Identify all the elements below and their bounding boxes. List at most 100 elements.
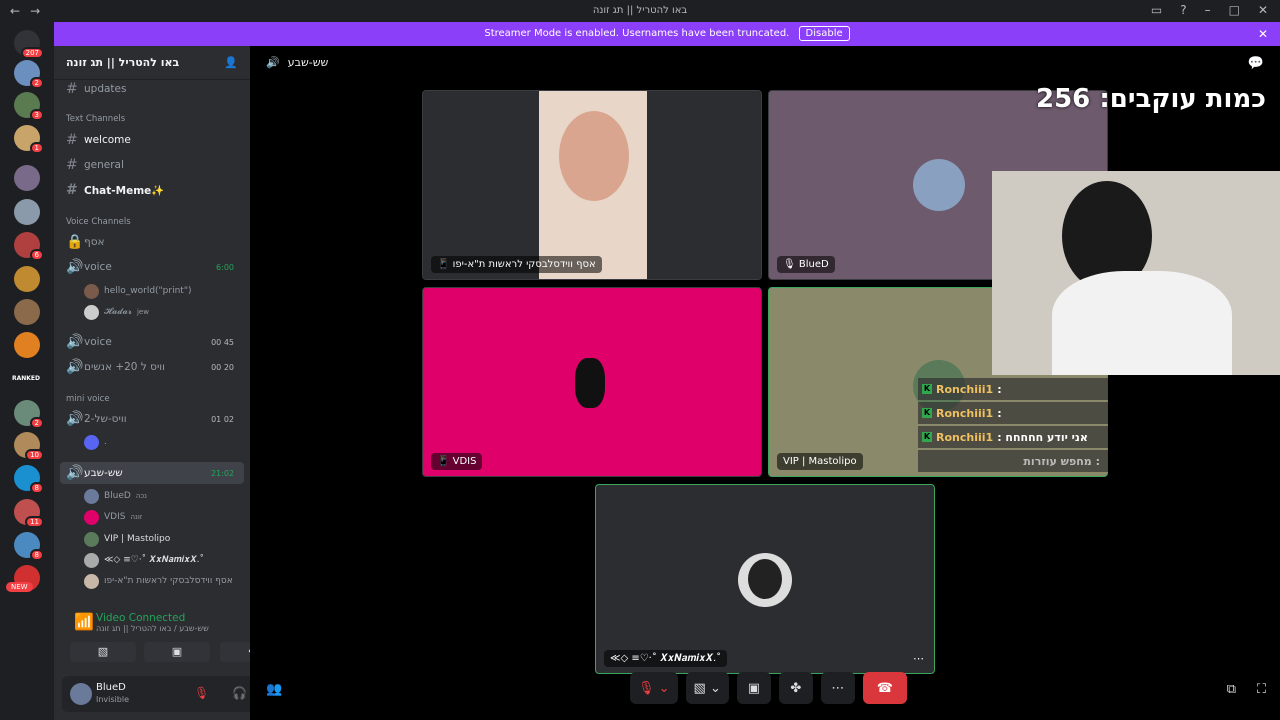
channel-count: 00 20 xyxy=(211,362,234,372)
voice-channel-asaf[interactable]: 🔒 אסף xyxy=(60,231,244,253)
avatar xyxy=(84,488,99,504)
server-icon[interactable] xyxy=(14,266,40,292)
server-icon[interactable]: 8 xyxy=(14,532,44,561)
video-tile[interactable]: 📱 VDIS xyxy=(422,287,762,477)
channel-label: updates xyxy=(84,83,127,95)
voice-user[interactable]: hello_world("print") xyxy=(84,282,191,300)
channel-updates[interactable]: # updates xyxy=(60,78,244,100)
tile-label-text: VDIS xyxy=(452,456,477,467)
voice-channel-voice[interactable]: 🔊 voice 6:00 xyxy=(60,256,244,278)
speaker-icon: 🔊 xyxy=(66,411,84,427)
channel-welcome[interactable]: # welcome xyxy=(60,129,244,151)
server-badge: 6 xyxy=(29,249,44,261)
voice-member[interactable]: BlueD נכה xyxy=(84,487,147,505)
camera-button[interactable]: ▧ ⌄ xyxy=(685,672,729,704)
server-icon[interactable]: 10 xyxy=(14,432,44,461)
voice-member[interactable]: אסף ווידסלבסקי לראשות ת"א-יפו xyxy=(84,572,233,590)
close-banner-icon[interactable]: ✕ xyxy=(1258,22,1268,46)
hang-up-button[interactable]: ☎ xyxy=(862,672,907,704)
server-icon[interactable]: 3 xyxy=(14,92,44,121)
chat-message: K Ronchiii1: אני יודע חחחחח xyxy=(918,426,1108,448)
inbox-icon[interactable]: ▭ xyxy=(1151,3,1162,17)
headset-icon[interactable]: 🎧 xyxy=(232,686,247,700)
voice-channel-20[interactable]: 🔊 וויס ל 20+ אנשים 00 20 xyxy=(60,356,244,378)
hash-icon: # xyxy=(66,132,78,148)
screen-share-icon[interactable]: ▣ xyxy=(736,672,771,704)
followers-overlay: כמות עוקבים: 256 xyxy=(1035,84,1266,114)
phone-icon: 📱 xyxy=(437,259,453,270)
chat-message: K Ronchiii1: xyxy=(918,402,1108,424)
fullscreen-icon[interactable]: ⛶ xyxy=(1257,682,1266,697)
server-badge: 11 xyxy=(25,516,44,528)
server-icon[interactable]: 2 xyxy=(14,60,44,89)
kick-badge-icon: K xyxy=(922,384,932,394)
channel-count: 00 45 xyxy=(211,337,234,347)
chat-user: Ronchiii1 xyxy=(936,406,994,420)
member-name: BlueD xyxy=(104,491,131,501)
mute-icon[interactable]: 🎙 xyxy=(194,686,209,700)
help-icon[interactable]: ? xyxy=(1180,3,1186,17)
video-tile[interactable]: 📱 אסף ווידסלבסקי לראשות ת"א-יפו xyxy=(422,90,762,280)
video-off-button[interactable]: ▧ xyxy=(70,642,136,662)
server-icon[interactable] xyxy=(14,332,40,358)
invite-icon[interactable]: 👤 xyxy=(224,56,238,69)
server-icon[interactable]: 8 xyxy=(14,465,44,494)
voice-status-title[interactable]: Video Connected xyxy=(96,612,209,624)
home-button[interactable]: 207 xyxy=(14,30,44,59)
channel-label: אסף xyxy=(84,236,105,248)
server-icon-current[interactable] xyxy=(14,165,40,191)
mute-button[interactable]: 🎙 ⌄ xyxy=(630,672,678,704)
voice-member[interactable]: ≪◇ ≡♡·˚ 𝑿𝒙𝑵𝒂𝒎𝒊𝒙𝑿.˚ xyxy=(84,551,204,569)
channel-general[interactable]: # general xyxy=(60,154,244,176)
server-badge: 2 xyxy=(29,417,44,429)
screen-share-button[interactable]: ▣ xyxy=(144,642,210,662)
voice-member[interactable]: VIP | Mastolipo xyxy=(84,530,170,548)
category-text-channels[interactable]: Text Channels xyxy=(66,114,125,124)
server-icon[interactable] xyxy=(14,299,40,325)
kick-badge-icon: K xyxy=(922,432,932,442)
user-name[interactable]: BlueD xyxy=(96,682,126,693)
server-header[interactable]: באו להטריל || תג זונה 👤 xyxy=(54,46,250,80)
minimize-icon[interactable]: – xyxy=(1205,3,1211,17)
server-icon[interactable]: 6 xyxy=(14,232,44,261)
server-icon[interactable]: 11 xyxy=(14,499,44,528)
voice-member[interactable]: VDIS זונה xyxy=(84,508,142,526)
disable-button[interactable]: Disable xyxy=(798,26,850,41)
maximize-icon[interactable]: □ xyxy=(1229,3,1240,17)
voice-channel-voice-2[interactable]: 🔊 voice 00 45 xyxy=(60,331,244,353)
signal-icon: 📶 xyxy=(74,612,94,631)
window-title: באו להטריל || תג זונה xyxy=(592,5,688,16)
more-options-icon[interactable]: ⋯ xyxy=(913,652,924,665)
voice-user[interactable]: 𝓗𝓪𝓭𝓪𝓻 jew xyxy=(84,303,149,321)
channel-chat-meme[interactable]: # Chat-Meme✨ xyxy=(60,179,244,201)
category-voice-channels[interactable]: Voice Channels xyxy=(66,217,131,227)
voice-channel-mini[interactable]: 🔊 וויס-של-2 01 02 xyxy=(60,408,244,430)
channel-label: general xyxy=(84,159,124,171)
voice-user[interactable]: . xyxy=(84,433,107,451)
video-tile-focused[interactable]: ≪◇ ≡♡·˚ 𝑿𝒙𝑵𝒂𝒎𝒊𝒙𝑿.˚ ⋯ xyxy=(595,484,935,674)
server-icon[interactable]: 2 xyxy=(14,400,44,429)
voice-status-sub[interactable]: שש-שבע / באו להטריל || תג זונה xyxy=(96,624,209,633)
more-icon[interactable]: ⋯ xyxy=(820,672,855,704)
chat-bubble-icon[interactable]: 💬 xyxy=(1248,56,1264,71)
channel-timer: 6:00 xyxy=(216,262,234,272)
server-badge: 8 xyxy=(29,482,44,494)
activities-icon[interactable]: ✤ xyxy=(778,672,813,704)
voice-stage: 🔊 שש-שבע 💬 📱 אסף ווידסלבסקי לראשות ת"א-י… xyxy=(250,46,1280,720)
category-mini-voice[interactable]: mini voice xyxy=(66,394,110,404)
participant-avatar xyxy=(738,553,792,607)
chat-message: K Ronchiii1: xyxy=(918,378,1108,400)
user-avatar[interactable] xyxy=(70,683,92,705)
speaker-icon: 🔊 xyxy=(66,334,84,350)
tile-label-text: אסף ווידסלבסקי לראשות ת"א-יפו xyxy=(452,259,596,270)
close-window-icon[interactable]: ✕ xyxy=(1258,3,1268,17)
popout-icon[interactable]: ⧉ xyxy=(1227,682,1236,697)
server-icon[interactable] xyxy=(14,199,40,225)
participant-video xyxy=(539,91,647,279)
title-bar: ← → באו להטריל || תג זונה ▭ ? – □ ✕ xyxy=(0,0,1280,22)
add-person-icon[interactable]: 👥 xyxy=(266,682,282,697)
voice-channel-active[interactable]: 🔊 שש-שבע 21:02 xyxy=(60,462,244,484)
member-name: אסף ווידסלבסקי לראשות ת"א-יפו xyxy=(104,576,233,586)
server-icon[interactable]: 1 xyxy=(14,125,44,154)
server-badge: 10 xyxy=(25,449,44,461)
